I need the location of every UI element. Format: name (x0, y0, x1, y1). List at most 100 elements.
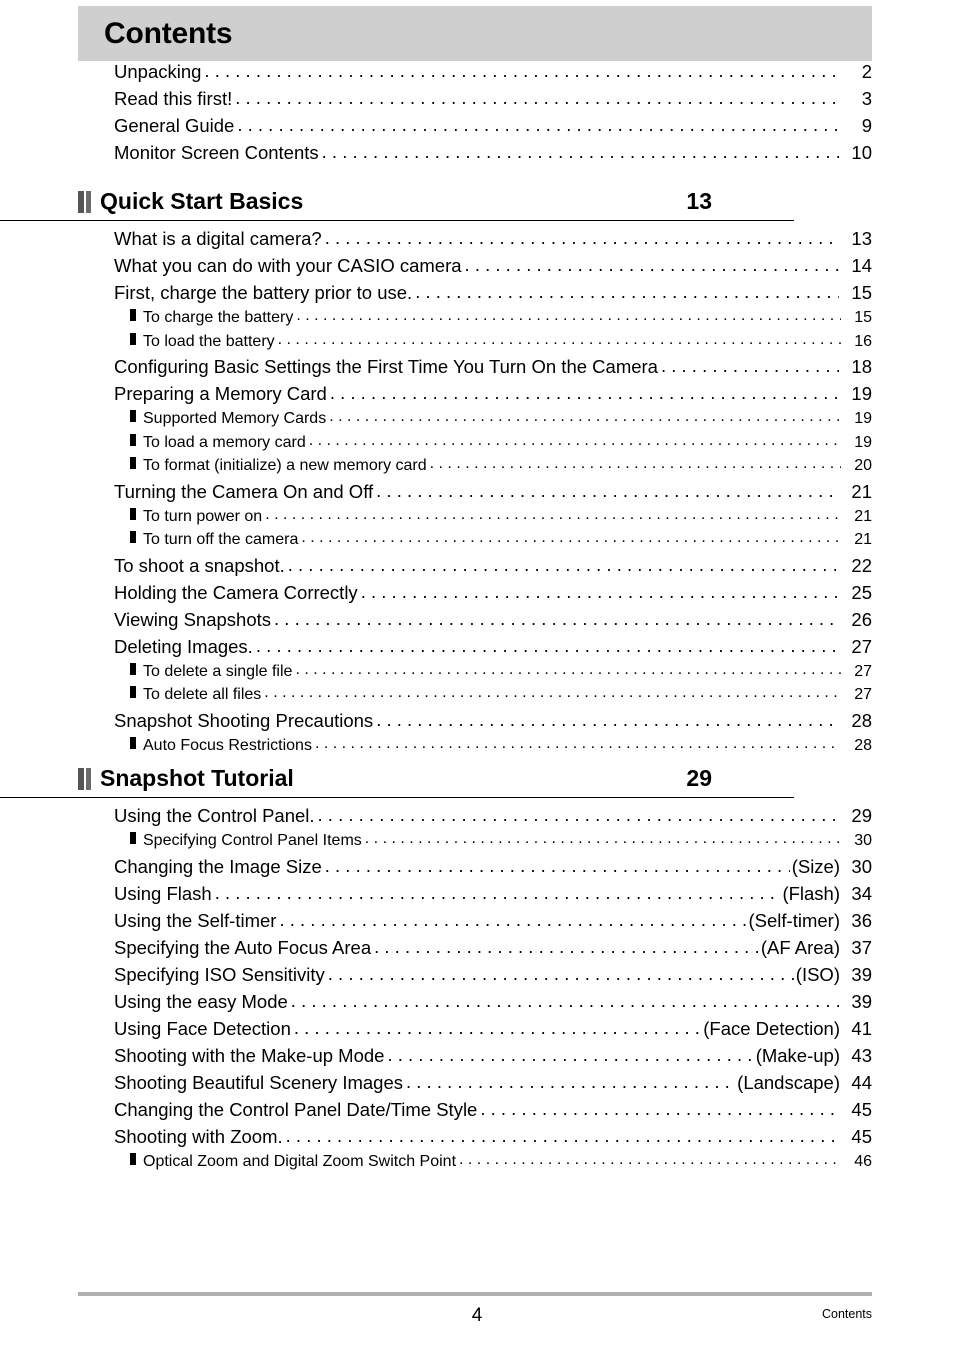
toc-entry-title: Snapshot Shooting Precautions (114, 709, 374, 731)
toc-entry-page: 14 (851, 255, 872, 276)
toc-entry[interactable]: Configuring Basic Settings the First Tim… (78, 356, 872, 383)
toc-entry[interactable]: Viewing Snapshots 26 (78, 609, 872, 636)
toc-entry-page: 20 (854, 457, 872, 474)
toc-subentry[interactable]: Supported Memory Cards 19 (78, 410, 872, 434)
dot-leader (365, 830, 841, 848)
toc-subentry[interactable]: To load a memory card 19 (78, 433, 872, 458)
square-bullet-icon (130, 457, 136, 469)
toc-entry[interactable]: Shooting with the Make-up Mode (Make-up) 4… (78, 1045, 872, 1072)
toc-section-header[interactable]: Snapshot Tutorial 29 (0, 760, 794, 798)
toc-entry-page: 9 (861, 115, 872, 136)
toc-entry[interactable]: Changing the Control Panel Date/Time Sty… (78, 1099, 872, 1126)
toc-entry[interactable]: To shoot a snapshot. 22 (78, 555, 872, 582)
square-bullet-icon (130, 309, 136, 321)
dot-leader (296, 307, 841, 325)
toc-subentry[interactable]: To charge the battery 15 (78, 309, 872, 333)
toc-entry-page: 3 (861, 88, 872, 109)
toc-entry-title: What you can do with your CASIO camera (114, 255, 462, 276)
toc-entry[interactable]: Monitor Screen Contents 10 (78, 142, 872, 169)
toc-subentry[interactable]: Optical Zoom and Digital Zoom Switch Poi… (78, 1152, 872, 1177)
dot-leader (325, 855, 790, 877)
dot-leader (374, 936, 759, 958)
toc-entry[interactable]: Using the Self-timer (Self-timer) 36 (78, 910, 872, 937)
toc-entry[interactable]: Using the easy Mode 39 (78, 991, 872, 1018)
toc-entry-page: 22 (851, 554, 872, 576)
toc-entry-page: 19 (854, 433, 872, 451)
dot-leader (376, 480, 839, 502)
toc-entry-title: To load a memory card (143, 433, 306, 451)
toc-entry[interactable]: Holding the Camera Correctly 25 (78, 582, 872, 609)
table-of-contents: Unpacking 2 Read this first! 3 General Guide… (0, 61, 954, 1176)
toc-entry[interactable]: What you can do with your CASIO camera 14 (78, 255, 872, 282)
toc-entry-title: Using the Self-timer (114, 909, 277, 931)
dot-leader (330, 382, 839, 404)
toc-entry[interactable]: Using Face Detection (Face Detection) 41 (78, 1018, 872, 1045)
toc-entry[interactable]: What is a digital camera? 13 (78, 228, 872, 255)
dot-leader (288, 554, 839, 576)
toc-entry[interactable]: Turning the Camera On and Off 21 (78, 481, 872, 508)
toc-entry[interactable]: Using Flash (Flash) 34 (78, 883, 872, 910)
toc-entry-title: General Guide (114, 115, 235, 136)
dot-leader (256, 635, 839, 657)
toc-subentry[interactable]: Specifying Control Panel Items 30 (78, 832, 872, 856)
toc-entry-title: Using Flash (114, 882, 212, 904)
toc-entry-title: Shooting Beautiful Scenery Images (114, 1071, 403, 1093)
toc-entry[interactable]: Shooting Beautiful Scenery Images (Landsc… (78, 1072, 872, 1099)
toc-section-header[interactable]: Quick Start Basics 13 (0, 183, 794, 221)
dot-leader (279, 909, 746, 931)
toc-entry[interactable]: Specifying the Auto Focus Area (AF Area) 3… (78, 937, 872, 964)
toc-subentry[interactable]: To format (initialize) a new memory card… (78, 457, 872, 481)
toc-entry-suffix: (Self-timer) (748, 909, 840, 931)
toc-entry-title: Changing the Image Size (114, 855, 322, 877)
toc-entry[interactable]: Using the Control Panel. 29 (78, 805, 872, 832)
dot-leader (301, 529, 841, 547)
toc-subentry[interactable]: To turn off the camera 21 (78, 531, 872, 555)
dot-leader (235, 87, 839, 109)
toc-entry-title: Specifying the Auto Focus Area (114, 936, 372, 958)
toc-entry[interactable]: Changing the Image Size (Size) 30 (78, 856, 872, 883)
contents-page: Contents Unpacking 2 Read this first! 3 Gene… (0, 0, 954, 1357)
square-bullet-icon (130, 736, 136, 749)
toc-entry[interactable]: Snapshot Shooting Precautions 28 (78, 710, 872, 737)
toc-entry[interactable]: First, charge the battery prior to use. 1… (78, 282, 872, 309)
dot-leader (465, 254, 839, 276)
dot-leader (430, 455, 841, 473)
toc-entry-title: Viewing Snapshots (114, 608, 272, 630)
footer-divider (78, 1292, 872, 1296)
toc-entry-page: 30 (854, 832, 872, 849)
square-bullet-icon (130, 410, 136, 422)
dot-leader (387, 1044, 753, 1066)
square-bullet-icon (130, 1152, 136, 1165)
toc-subentry[interactable]: To load the battery 16 (78, 331, 872, 357)
toc-entry[interactable]: General Guide 9 (78, 115, 872, 142)
toc-entry-title: Monitor Screen Contents (114, 142, 319, 163)
dot-leader (376, 709, 839, 731)
toc-entry-page: 21 (854, 531, 872, 548)
toc-entry[interactable]: Deleting Images. 27 (78, 636, 872, 663)
toc-entry-title: Deleting Images. (114, 635, 253, 657)
toc-entry-title: To delete all files (143, 686, 262, 703)
toc-entry-title: To load the battery (143, 332, 275, 350)
dot-leader (661, 355, 839, 377)
toc-entry-page: 46 (854, 1152, 872, 1170)
toc-subentry[interactable]: To turn power on 21 (78, 507, 872, 532)
double-bar-icon (78, 190, 91, 213)
dot-leader (325, 227, 839, 249)
toc-entry[interactable]: Shooting with Zoom. 45 (78, 1126, 872, 1153)
toc-subentry[interactable]: To delete a single file 27 (78, 662, 872, 687)
toc-entry-page: 39 (851, 990, 872, 1012)
toc-entry[interactable]: Preparing a Memory Card 19 (78, 383, 872, 410)
dot-leader (318, 804, 839, 826)
toc-entry[interactable]: Read this first! 3 (78, 88, 872, 115)
square-bullet-icon (130, 686, 136, 698)
toc-entry[interactable]: Specifying ISO Sensitivity (ISO) 39 (78, 964, 872, 991)
dot-leader (406, 1071, 735, 1093)
toc-entry[interactable]: Unpacking 2 (78, 61, 872, 88)
toc-entry-title: Auto Focus Restrictions (143, 736, 312, 754)
toc-entry-title: To turn off the camera (143, 531, 299, 548)
toc-entry-page: 41 (851, 1017, 872, 1039)
dot-leader (278, 331, 841, 349)
toc-subentry[interactable]: Auto Focus Restrictions 28 (78, 736, 872, 761)
toc-entry-suffix: (Face Detection) (703, 1017, 840, 1039)
toc-subentry[interactable]: To delete all files 27 (78, 686, 872, 710)
